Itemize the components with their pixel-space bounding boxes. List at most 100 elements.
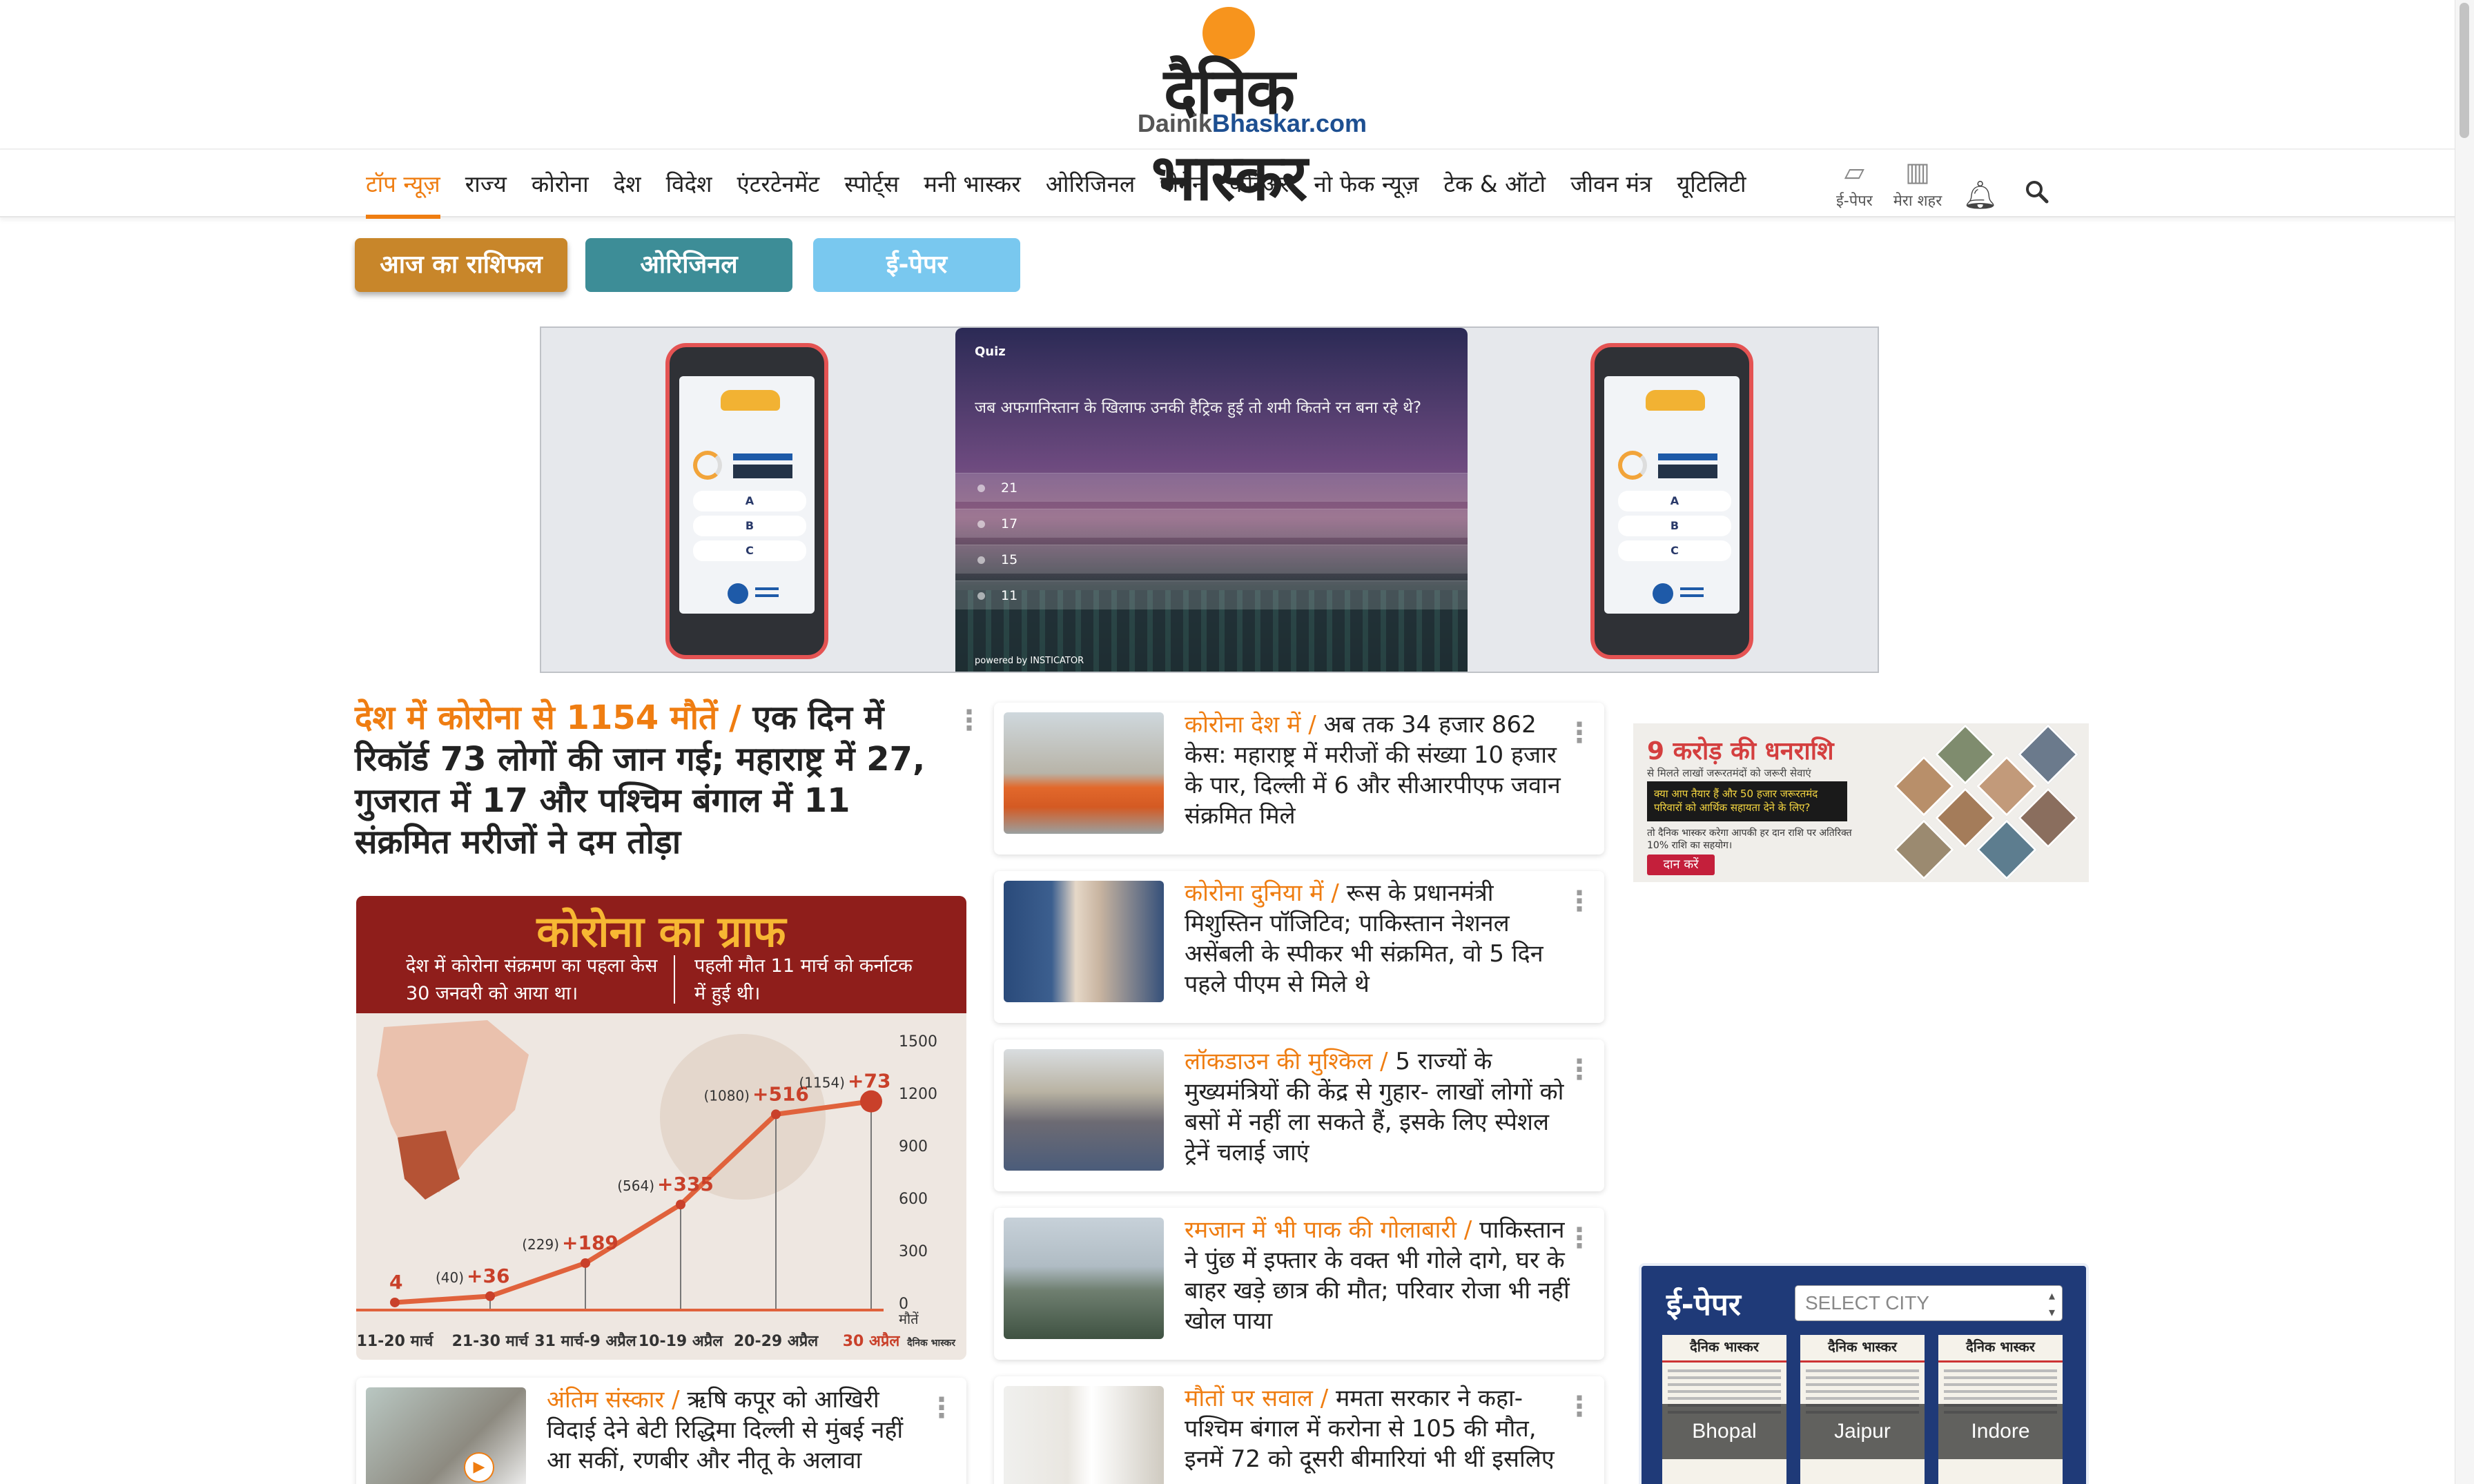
more-options-icon[interactable]: ⋮: [928, 1394, 955, 1422]
nav-item[interactable]: करिअर: [1229, 150, 1289, 219]
nav-item[interactable]: ओरिजिनल: [1046, 150, 1136, 219]
news-category[interactable]: कोरोना देश में /: [1185, 711, 1316, 739]
quiz-option[interactable]: 15: [955, 545, 1468, 574]
nav-item[interactable]: कोरोना: [532, 150, 589, 219]
y-tick-label: 300: [899, 1243, 928, 1260]
paper-city-label: Jaipur: [1800, 1404, 1925, 1459]
more-options-icon[interactable]: ⋮: [1566, 719, 1593, 747]
taxi-icon: [1646, 390, 1705, 411]
data-label-total: (1154): [799, 1075, 845, 1091]
news-category[interactable]: रमजान में भी पाक की गोलाबारी /: [1185, 1216, 1472, 1244]
epaper-thumbnail-bhopal[interactable]: दैनिक भास्कर Bhopal: [1662, 1335, 1786, 1484]
donate-button[interactable]: दान करें: [1647, 855, 1715, 875]
nav-item[interactable]: यूटिलिटी: [1677, 150, 1746, 219]
select-arrows-icon: ▴ ▾: [2048, 1289, 2055, 1319]
news-thumbnail[interactable]: [1004, 1049, 1164, 1171]
nav-item[interactable]: मनी भास्कर: [924, 150, 1021, 219]
news-card[interactable]: कोरोना दुनिया में / रूस के प्रधानमंत्री …: [994, 871, 1604, 1023]
nav-item[interactable]: विदेश: [666, 150, 712, 219]
rashifal-button[interactable]: आज का राशिफल: [355, 238, 567, 292]
more-options-icon[interactable]: ⋮: [955, 707, 983, 734]
my-city-nav-link[interactable]: ▥ मेरा शहर: [1893, 157, 1942, 211]
data-point: [860, 1090, 882, 1113]
news-card[interactable]: ▶ अंतिम संस्कार / ऋषि कपूर को आखिरी विदा…: [356, 1378, 966, 1484]
news-card-text[interactable]: अंतिम संस्कार / ऋषि कपूर को आखिरी विदाई …: [547, 1385, 933, 1476]
phone-option: A: [1618, 491, 1731, 511]
news-card-text[interactable]: रमजान में भी पाक की गोलाबारी / पाकिस्तान…: [1185, 1215, 1571, 1336]
data-label-increment: 4: [389, 1271, 402, 1293]
news-card-text[interactable]: मौतों पर सवाल / ममता सरकार ने कहा- पश्चि…: [1185, 1383, 1571, 1474]
original-button[interactable]: ओरिजिनल: [585, 238, 792, 292]
news-thumbnail[interactable]: [1004, 1386, 1164, 1484]
phone-illustration-right: A B C: [1590, 343, 1753, 659]
epaper-button[interactable]: ई-पेपर: [813, 238, 1020, 292]
nav-item[interactable]: एंटरटेनमेंट: [737, 150, 819, 219]
more-options-icon[interactable]: ⋮: [1566, 1224, 1593, 1252]
news-thumbnail[interactable]: [1004, 712, 1164, 834]
news-category[interactable]: मौतों पर सवाल /: [1185, 1385, 1328, 1412]
news-thumbnail[interactable]: [1004, 881, 1164, 1002]
news-category[interactable]: लॉकडाउन की मुश्किल /: [1185, 1048, 1388, 1075]
y-tick-label: 1500: [899, 1033, 937, 1051]
page-scrollbar[interactable]: [2455, 0, 2474, 1484]
epaper-nav-link[interactable]: ▱ ई-पेपर: [1836, 157, 1873, 211]
news-card[interactable]: कोरोना देश में / अब तक 34 हजार 862 केस: …: [994, 703, 1604, 855]
epaper-thumbnail-indore[interactable]: दैनिक भास्कर Indore: [1938, 1335, 2063, 1484]
nav-item[interactable]: वीमेन: [1160, 150, 1205, 219]
avatar-icon: [728, 583, 748, 604]
nav-item[interactable]: स्पोर्ट्स: [844, 150, 899, 219]
y-tick-label: 900: [899, 1138, 928, 1155]
quiz-card[interactable]: Quiz जब अफगानिस्तान के खिलाफ उनकी हैट्रि…: [955, 328, 1468, 672]
graph-brand: दैनिक भास्कर: [906, 1337, 956, 1349]
news-card[interactable]: मौतों पर सवाल / ममता सरकार ने कहा- पश्चि…: [994, 1376, 1604, 1484]
news-card[interactable]: रमजान में भी पाक की गोलाबारी / पाकिस्तान…: [994, 1208, 1604, 1360]
epaper-nav-label: ई-पेपर: [1836, 193, 1873, 210]
news-card-text[interactable]: लॉकडाउन की मुश्किल / 5 राज्यों के मुख्यम…: [1185, 1046, 1571, 1168]
nav-item[interactable]: जीवन मंत्र: [1570, 150, 1652, 219]
search-icon[interactable]: [2025, 179, 2049, 211]
graph-header: कोरोना का ग्राफ देश में कोरोना संक्रमण क…: [356, 896, 966, 1013]
news-thumbnail[interactable]: [1004, 1218, 1164, 1339]
paper-masthead: दैनिक भास्कर: [1662, 1335, 1786, 1363]
news-card-text[interactable]: कोरोना देश में / अब तक 34 हजार 862 केस: …: [1185, 710, 1571, 831]
more-options-icon[interactable]: ⋮: [1566, 1393, 1593, 1420]
site-logo[interactable]: दैनिक भास्कर DainikBhaskar.com: [1091, 7, 1367, 215]
avatar-icon: [1653, 583, 1673, 604]
news-category[interactable]: कोरोना दुनिया में /: [1185, 879, 1339, 907]
phone-illustration-left: A B C: [665, 343, 828, 659]
nav-item[interactable]: राज्य: [465, 150, 507, 219]
phone-option: B: [1618, 516, 1731, 536]
nav-item[interactable]: नो फेक न्यूज़: [1314, 150, 1419, 219]
scrollbar-thumb[interactable]: [2460, 3, 2469, 138]
phone-option: A: [693, 491, 806, 511]
more-options-icon[interactable]: ⋮: [1566, 1056, 1593, 1084]
news-card[interactable]: लॉकडाउन की मुश्किल / 5 राज्यों के मुख्यम…: [994, 1039, 1604, 1191]
lead-headline[interactable]: देश में कोरोना से 1154 मौतें / एक दिन मे…: [355, 697, 935, 863]
taxi-icon: [721, 390, 780, 411]
nav-menu: टॉप न्यूज़ राज्य कोरोना देश विदेश एंटरटेनमेंट…: [366, 150, 1771, 219]
y-axis-label: मौतें: [899, 1311, 919, 1327]
donation-ad[interactable]: 9 करोड़ की धनराशि से मिलते लाखों जरूरतमं…: [1633, 723, 2089, 882]
data-label-total: (40): [436, 1269, 464, 1286]
quiz-ad-banner[interactable]: A B C Quiz जब अफगानिस्तान के खिलाफ उनकी …: [540, 326, 1879, 673]
news-card-text[interactable]: कोरोना दुनिया में / रूस के प्रधानमंत्री …: [1185, 878, 1571, 999]
nav-item[interactable]: देश: [614, 150, 641, 219]
corona-graph-image[interactable]: कोरोना का ग्राफ देश में कोरोना संक्रमण क…: [356, 896, 966, 1360]
city-select[interactable]: SELECT CITY ▴ ▾: [1795, 1285, 2063, 1321]
nav-item[interactable]: टेक & ऑटो: [1443, 150, 1546, 219]
quiz-option[interactable]: 11: [955, 580, 1468, 609]
donation-photo-collage: [1882, 723, 2089, 882]
epaper-thumbnail-jaipur[interactable]: दैनिक भास्कर Jaipur: [1800, 1335, 1925, 1484]
play-icon[interactable]: ▶: [464, 1452, 494, 1483]
bell-icon[interactable]: 🔔︎: [1962, 179, 1998, 211]
quiz-option[interactable]: 17: [955, 509, 1468, 538]
data-label-increment: +189: [562, 1231, 618, 1254]
quiz-option[interactable]: 21: [955, 473, 1468, 502]
nav-utility-icons: ▱ ई-पेपर ▥ मेरा शहर 🔔︎: [1836, 157, 2076, 211]
nav-item[interactable]: टॉप न्यूज़: [366, 150, 440, 219]
data-point: [581, 1258, 590, 1268]
news-category[interactable]: अंतिम संस्कार /: [547, 1386, 680, 1414]
lead-category[interactable]: देश में कोरोना से 1154 मौतें /: [355, 699, 741, 737]
more-options-icon[interactable]: ⋮: [1566, 888, 1593, 915]
news-thumbnail[interactable]: [366, 1387, 526, 1484]
